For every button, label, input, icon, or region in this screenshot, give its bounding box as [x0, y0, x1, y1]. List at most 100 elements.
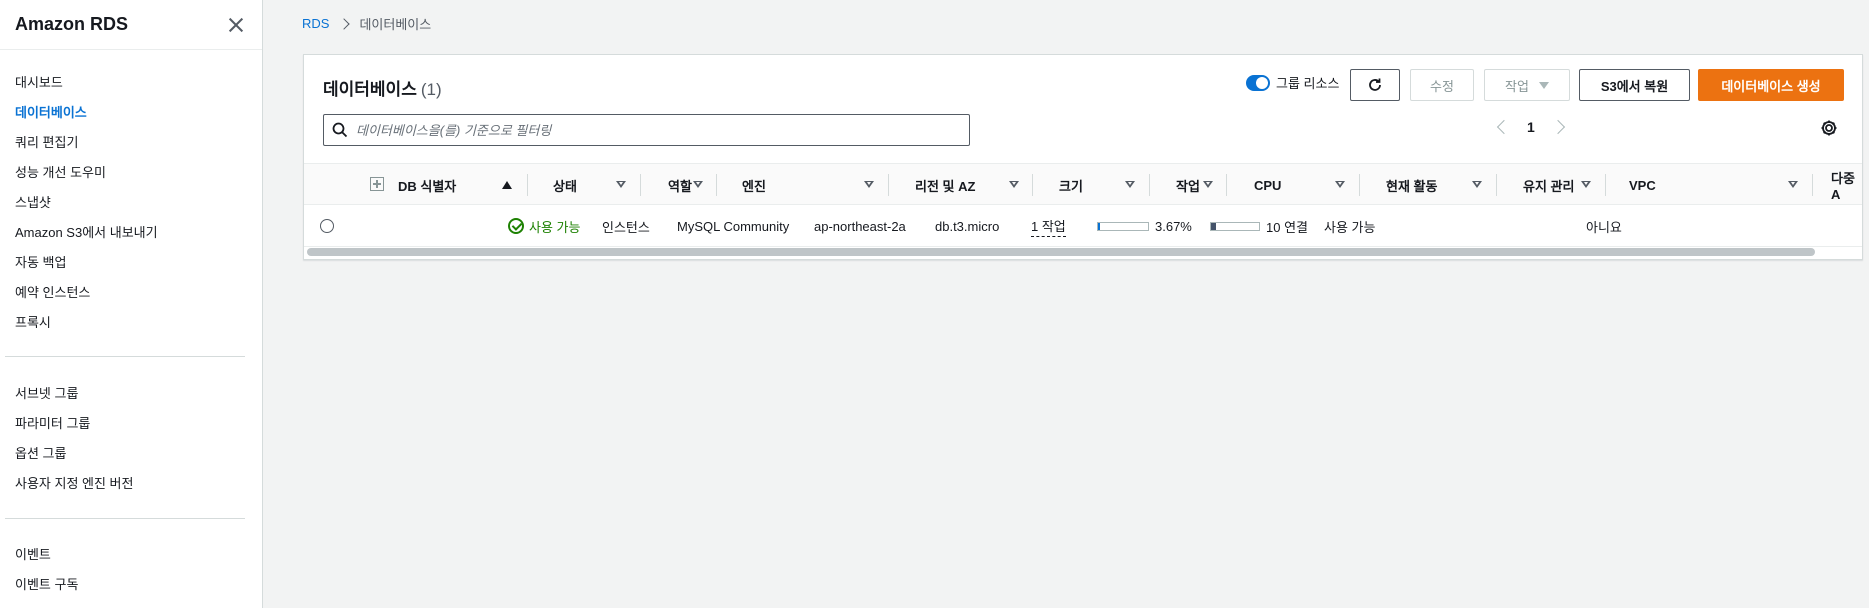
- header-cpu[interactable]: CPU: [1240, 164, 1281, 206]
- filter-caret-icon[interactable]: [1335, 181, 1345, 188]
- close-icon[interactable]: [225, 14, 247, 36]
- filter-caret-icon[interactable]: [1472, 181, 1482, 188]
- table-row[interactable]: 사용 가능 인스턴스 MySQL Community ap-northeast-…: [304, 205, 1862, 247]
- cell-engine: MySQL Community: [677, 218, 790, 234]
- settings-gear-icon[interactable]: [1819, 118, 1839, 138]
- cell-status: 사용 가능: [508, 205, 580, 247]
- chevron-left-icon[interactable]: [1496, 119, 1512, 135]
- column-divider: [716, 174, 717, 196]
- status-text: 사용 가능: [529, 219, 581, 235]
- page-title: 데이터베이스 (1): [323, 75, 442, 100]
- sidebar-item-parameter-groups[interactable]: 파라미터 그룹: [0, 407, 262, 437]
- row-select-radio[interactable]: [320, 219, 334, 233]
- activity-bar: [1210, 221, 1260, 231]
- sidebar-item-performance-insights[interactable]: 성능 개선 도우미: [0, 156, 262, 186]
- sidebar-item-proxies[interactable]: 프록시: [0, 306, 262, 336]
- check-circle-icon: [508, 218, 524, 234]
- header-engine[interactable]: 엔진: [728, 164, 766, 206]
- header-region-az[interactable]: 리전 및 AZ: [901, 164, 975, 206]
- sidebar-divider: [5, 356, 245, 357]
- modify-button[interactable]: 수정: [1410, 69, 1474, 101]
- breadcrumb: RDS 데이터베이스: [302, 14, 431, 33]
- header-size[interactable]: 크기: [1045, 164, 1083, 206]
- pagination: 1: [1496, 119, 1565, 135]
- header-label: 엔진: [742, 178, 766, 194]
- sidebar-title: Amazon RDS: [15, 14, 129, 34]
- cell-actions: 1 작업: [1031, 205, 1066, 247]
- breadcrumb-rds-link[interactable]: RDS: [302, 16, 329, 31]
- group-resources-toggle[interactable]: [1246, 74, 1270, 91]
- sidebar-item-snapshots[interactable]: 스냅샷: [0, 186, 262, 216]
- column-divider: [1226, 174, 1227, 196]
- sidebar-item-databases[interactable]: 데이터베이스: [0, 96, 262, 126]
- cell-size: db.t3.micro: [935, 218, 1000, 234]
- sidebar-item-option-groups[interactable]: 옵션 그룹: [0, 437, 262, 467]
- actions-dropdown-label: 작업: [1505, 78, 1529, 94]
- header-label: VPC: [1629, 177, 1656, 193]
- sidebar-item-reserved-instances[interactable]: 예약 인스턴스: [0, 276, 262, 306]
- header-role[interactable]: 역할: [654, 164, 692, 206]
- header-label: 상태: [553, 178, 577, 194]
- sidebar-item-query-editor[interactable]: 쿼리 편집기: [0, 126, 262, 156]
- search-icon: [332, 122, 348, 138]
- group-resources-label: 그룹 리소스: [1276, 76, 1340, 91]
- databases-table: DB 식별자 상태 역할 엔진 리전 및 AZ 크기 작업 CPU 현재 활동 …: [304, 163, 1862, 247]
- header-db-identifier[interactable]: DB 식별자: [384, 164, 456, 206]
- horizontal-scrollbar[interactable]: [307, 248, 1815, 256]
- filter-input[interactable]: [356, 122, 969, 138]
- header-status[interactable]: 상태: [539, 164, 577, 206]
- sidebar-item-automated-backups[interactable]: 자동 백업: [0, 246, 262, 276]
- activity-bar-fill: [1211, 222, 1216, 230]
- pending-actions-link[interactable]: 1 작업: [1031, 216, 1066, 237]
- panel-header: 데이터베이스 (1) 그룹 리소스 수정 작업 S3에서 복원 데이터베이스 생성: [304, 55, 1862, 163]
- cell-maintenance: 사용 가능: [1324, 219, 1376, 235]
- filter-caret-icon[interactable]: [1788, 181, 1798, 188]
- sidebar-item-dashboard[interactable]: 대시보드: [0, 66, 262, 96]
- header-label: 유지 관리: [1523, 178, 1575, 194]
- sidebar-item-subnet-groups[interactable]: 서브넷 그룹: [0, 377, 262, 407]
- sidebar-group-events: 이벤트 이벤트 구독: [0, 538, 262, 598]
- sidebar-item-events[interactable]: 이벤트: [0, 538, 262, 568]
- header-label: 크기: [1059, 178, 1083, 194]
- column-divider: [1149, 174, 1150, 196]
- restore-from-s3-button[interactable]: S3에서 복원: [1579, 69, 1690, 101]
- header-current-activity[interactable]: 현재 활동: [1372, 164, 1437, 206]
- database-count: (1): [420, 80, 442, 99]
- sidebar-group-config: 서브넷 그룹 파라미터 그룹 옵션 그룹 사용자 지정 엔진 버전: [0, 377, 262, 497]
- breadcrumb-current: 데이터베이스: [359, 17, 432, 32]
- filter-caret-icon[interactable]: [864, 181, 874, 188]
- sort-ascending-icon: [502, 181, 512, 189]
- filter-caret-icon[interactable]: [1581, 181, 1591, 188]
- cell-multi-az: 아니요: [1586, 219, 1622, 235]
- chevron-right-icon[interactable]: [1550, 119, 1565, 135]
- create-database-button[interactable]: 데이터베이스 생성: [1698, 69, 1844, 101]
- refresh-button[interactable]: [1350, 69, 1400, 101]
- column-divider: [1812, 174, 1813, 196]
- actions-dropdown[interactable]: 작업: [1484, 69, 1570, 101]
- page-number[interactable]: 1: [1527, 119, 1535, 135]
- filter-caret-icon[interactable]: [1203, 181, 1213, 188]
- sidebar-divider: [5, 518, 245, 519]
- cpu-value: 3.67%: [1155, 218, 1192, 234]
- filter-search-field[interactable]: [323, 114, 970, 146]
- cell-cpu: 3.67%: [1097, 205, 1192, 247]
- header-actions[interactable]: 작업: [1162, 164, 1200, 206]
- filter-caret-icon[interactable]: [616, 181, 626, 188]
- sidebar-item-s3-exports[interactable]: Amazon S3에서 내보내기: [0, 216, 262, 246]
- header-label: CPU: [1254, 177, 1282, 193]
- column-divider: [640, 174, 641, 196]
- expand-all-icon[interactable]: [370, 177, 384, 191]
- filter-caret-icon[interactable]: [1125, 181, 1135, 188]
- sidebar: Amazon RDS 대시보드 데이터베이스 쿼리 편집기 성능 개선 도우미 …: [0, 0, 263, 608]
- header-multi-az[interactable]: 다중 A: [1817, 164, 1862, 206]
- filter-caret-icon[interactable]: [693, 181, 703, 188]
- filter-caret-icon[interactable]: [1009, 181, 1019, 188]
- sidebar-item-event-subscriptions[interactable]: 이벤트 구독: [0, 568, 262, 598]
- cell-role: 인스턴스: [602, 219, 650, 235]
- group-resources-toggle-wrap: 그룹 리소스: [1246, 73, 1339, 92]
- header-vpc[interactable]: VPC: [1615, 164, 1656, 206]
- header-maintenance[interactable]: 유지 관리: [1509, 164, 1574, 206]
- databases-panel: 데이터베이스 (1) 그룹 리소스 수정 작업 S3에서 복원 데이터베이스 생성: [303, 54, 1863, 260]
- header-label: 작업: [1176, 178, 1200, 194]
- sidebar-item-custom-engine-versions[interactable]: 사용자 지정 엔진 버전: [0, 467, 262, 497]
